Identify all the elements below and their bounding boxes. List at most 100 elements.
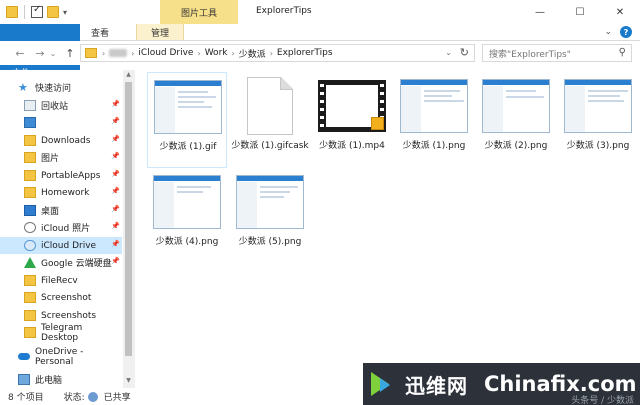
sidebar-item-this-pc[interactable]: 此电脑 [18, 371, 122, 388]
sidebar-item-onedrive[interactable]: OneDrive - Personal [18, 346, 122, 367]
folder-icon [24, 170, 36, 181]
sidebar-item-portableapps[interactable]: PortableApps 📌 [24, 167, 122, 184]
file-item[interactable]: 少数派 (3).png [558, 72, 638, 168]
breadcrumb-work[interactable]: Work [205, 48, 228, 58]
refresh-icon[interactable]: ↻ [460, 46, 469, 59]
customize-toolbar-icon[interactable]: ▾ [63, 8, 67, 17]
folder-icon [24, 152, 36, 163]
pin-icon: 📌 [111, 222, 120, 230]
folder-icon [24, 292, 36, 303]
ribbon-right: ⌄ ? [604, 24, 640, 40]
file-item[interactable]: 少数派 (1).gif [147, 72, 227, 168]
properties-icon[interactable] [31, 4, 43, 18]
sidebar-item-telegram-desktop[interactable]: Telegram Desktop [24, 322, 122, 343]
document-icon [247, 77, 293, 135]
desktop-icon [24, 205, 36, 216]
google-drive-icon [24, 257, 36, 268]
player-app-icon [371, 117, 384, 130]
sidebar-item-downloads[interactable]: Downloads 📌 [24, 132, 122, 149]
file-item[interactable]: 少数派 (2).png [476, 72, 556, 168]
picture-tools-label: 图片工具 [160, 0, 238, 24]
thumbnail [236, 172, 304, 232]
pin-icon: 📌 [111, 205, 120, 213]
thumbnail [400, 76, 468, 136]
sidebar-item-label: 图片 [41, 154, 60, 164]
sidebar-item-desktop[interactable]: 桌面 📌 [24, 202, 122, 219]
sidebar-item-screenshot[interactable]: Screenshot [24, 289, 122, 306]
sidebar-item-google-drive[interactable]: Google 云端硬盘 📌 [24, 254, 122, 271]
recycle-bin-icon [24, 100, 36, 111]
sidebar-item-quick-access[interactable]: ★ 快速访问 [18, 79, 134, 96]
close-button[interactable]: ✕ [600, 0, 640, 24]
new-folder-icon[interactable] [47, 6, 59, 18]
file-item[interactable]: 少数派 (1).mp4 [312, 72, 392, 168]
sidebar-item-label: 此电脑 [35, 376, 63, 386]
search-placeholder: 搜索"ExplorerTips" [489, 49, 571, 60]
sidebar-item-label: Telegram Desktop [41, 322, 83, 343]
pin-icon: 📌 [111, 240, 120, 248]
help-icon[interactable]: ? [620, 26, 632, 38]
file-item[interactable]: 少数派 (4).png [147, 168, 227, 264]
file-name: 少数派 (1).gif [159, 142, 217, 152]
app-icon [24, 117, 36, 128]
folder-icon[interactable] [6, 6, 18, 18]
back-button[interactable]: ← [12, 47, 28, 60]
pc-icon [18, 374, 30, 385]
chevron-right-icon: › [102, 48, 106, 58]
tab-view[interactable]: 查看 [80, 24, 120, 40]
sidebar-item-label: Screenshots [41, 310, 97, 321]
pin-icon: 📌 [111, 257, 120, 265]
thumbnail [564, 76, 632, 136]
file-name: 少数派 (4).png [155, 237, 219, 247]
sidebar-item-filerecv[interactable]: FileRecv [24, 272, 122, 289]
watermark-source: 头条号 / 少数派 [571, 396, 634, 405]
breadcrumb-icloud-drive[interactable]: iCloud Drive [138, 48, 193, 58]
search-box[interactable]: 搜索"ExplorerTips" ⚲ [482, 44, 632, 62]
file-item[interactable]: 少数派 (5).png [230, 168, 310, 264]
sidebar-item-app[interactable]: 📌 [24, 114, 122, 131]
scrollbar-thumb[interactable] [125, 82, 132, 356]
pin-icon: 📌 [111, 100, 120, 108]
sidebar-item-screenshots[interactable]: Screenshots [24, 307, 122, 324]
sidebar-item-label: OneDrive - Personal [35, 346, 84, 367]
navigation-pane: ★ 快速访问 回收站 📌 📌 Downloads 📌 图片 📌 Portable… [0, 70, 134, 388]
chevron-down-icon[interactable]: ⌄ [445, 48, 452, 57]
sidebar-item-icloud-photos[interactable]: iCloud 照片 📌 [24, 219, 122, 236]
navigation-bar: ← → ⌄ ↑ › › iCloud Drive › Work › 少数派 › … [0, 41, 640, 65]
file-name: 少数派 (3).png [566, 141, 630, 151]
sidebar-item-icloud-drive[interactable]: iCloud Drive 📌 [0, 237, 122, 254]
window-controls: — ☐ ✕ [520, 0, 640, 24]
scroll-down-icon[interactable]: ▼ [123, 377, 134, 387]
forward-button[interactable]: → [32, 47, 48, 60]
scroll-up-icon[interactable]: ▲ [123, 71, 134, 81]
folder-icon [24, 187, 36, 198]
file-item[interactable]: 少数派 (1).gifcask [230, 72, 310, 168]
pin-icon: 📌 [111, 152, 120, 160]
sidebar-item-recycle-bin[interactable]: 回收站 📌 [24, 97, 122, 114]
file-list: 少数派 (1).gif 少数派 (1).gifcask 少数派 (1).mp4 … [141, 70, 640, 388]
photos-icon [24, 222, 36, 233]
tab-manage[interactable]: 管理 [136, 24, 185, 40]
sidebar-item-label: iCloud Drive [41, 240, 97, 251]
folder-icon [85, 48, 97, 58]
up-button[interactable]: ↑ [62, 47, 78, 60]
address-bar[interactable]: › › iCloud Drive › Work › 少数派 › Explorer… [80, 44, 475, 62]
sidebar-item-homework[interactable]: Homework 📌 [24, 184, 122, 201]
file-item[interactable]: 少数派 (1).png [394, 72, 474, 168]
window-title: ExplorerTips [256, 6, 312, 16]
sidebar-item-pictures[interactable]: 图片 📌 [24, 149, 122, 166]
pane-divider[interactable] [134, 70, 135, 388]
chevron-right-icon: › [131, 48, 135, 58]
maximize-button[interactable]: ☐ [560, 0, 600, 24]
pin-icon: 📌 [111, 135, 120, 143]
recent-locations-button[interactable]: ⌄ [48, 49, 58, 58]
sidebar-item-label: 快速访问 [35, 84, 72, 94]
breadcrumb-sspai[interactable]: 少数派 [239, 47, 266, 60]
folder-icon [24, 275, 36, 286]
minimize-button[interactable]: — [520, 0, 560, 24]
onedrive-icon [18, 353, 30, 360]
breadcrumb-explorertips[interactable]: ExplorerTips [277, 48, 333, 58]
expand-ribbon-icon[interactable]: ⌄ [604, 27, 612, 37]
sidebar-item-label: Screenshot [41, 292, 92, 303]
sidebar-scrollbar[interactable]: ▲ ▼ [123, 70, 134, 388]
